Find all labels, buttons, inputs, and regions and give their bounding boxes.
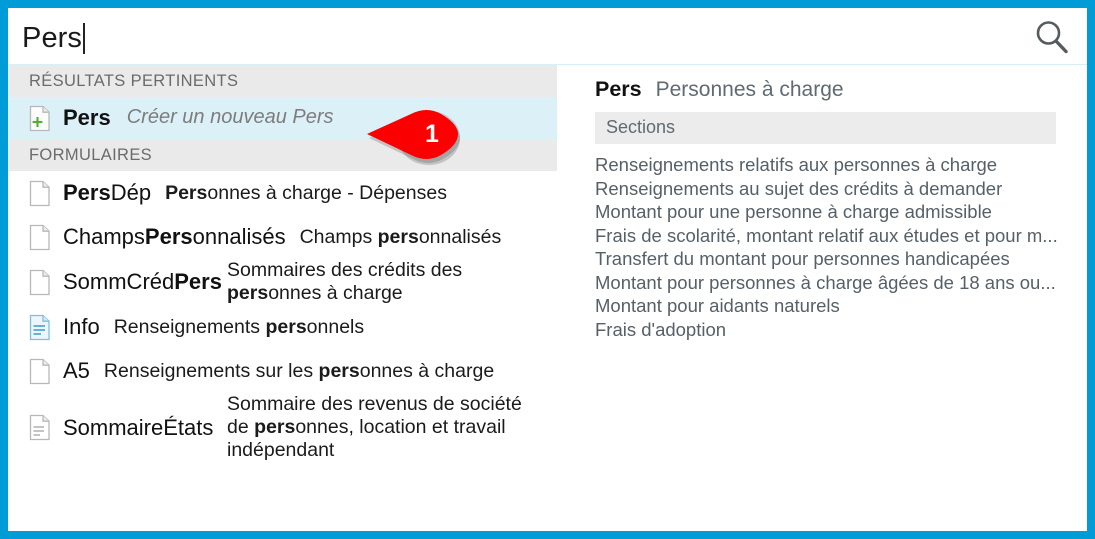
result-row-create-new[interactable]: Pers Créer un nouveau Pers — [8, 97, 557, 139]
section-item[interactable]: Renseignements au sujet des crédits à de… — [595, 177, 1087, 201]
result-row-info[interactable]: Info Renseignements personnels — [8, 305, 557, 349]
search-icon[interactable] — [1030, 16, 1074, 60]
result-row-sommaireetats[interactable]: SommaireÉtats Sommaire des revenus de so… — [8, 393, 557, 462]
result-row-sommcredpers[interactable]: SommCrédPers Sommaires des crédits des p… — [8, 259, 557, 305]
result-description: Sommaire des revenus de société de perso… — [227, 393, 522, 461]
section-item[interactable]: Montant pour personnes à charge âgées de… — [595, 271, 1087, 295]
document-icon — [29, 269, 51, 296]
section-item[interactable]: Transfert du montant pour personnes hand… — [595, 247, 1087, 271]
preview-title: Pers Personnes à charge — [557, 65, 1087, 112]
group-header-pertinent: RÉSULTATS PERTINENTS — [8, 65, 557, 97]
text-caret — [83, 22, 86, 54]
preview-title-code: Pers — [595, 77, 642, 101]
window-inner: Pers RÉSULTATS PERTINENTS Pers Créer un … — [8, 8, 1087, 531]
group-header-formulaires: FORMULAIRES — [8, 139, 557, 171]
result-row-a5[interactable]: A5 Renseignements sur les personnes à ch… — [8, 349, 557, 393]
search-input[interactable]: Pers — [22, 18, 1002, 58]
search-overlay-window: Pers RÉSULTATS PERTINENTS Pers Créer un … — [0, 0, 1095, 539]
preview-panel: Pers Personnes à charge Sections Renseig… — [557, 65, 1087, 531]
result-code: Pers — [63, 105, 111, 131]
result-description: Créer un nouveau Pers — [126, 106, 334, 129]
document-icon — [29, 180, 51, 207]
search-input-value: Pers — [22, 21, 83, 54]
section-item[interactable]: Montant pour une personne à charge admis… — [595, 200, 1087, 224]
document-icon — [29, 224, 51, 251]
document-lines-icon — [29, 414, 51, 441]
document-add-icon — [29, 105, 51, 132]
result-code: Info — [63, 314, 100, 340]
search-bar: Pers — [8, 8, 1087, 65]
result-code: SommCrédPers — [63, 269, 222, 295]
results-list-panel: RÉSULTATS PERTINENTS Pers Créer un nouve… — [8, 65, 557, 531]
result-row-champspersonnalises[interactable]: ChampsPersonnalisés Champs personnalisés — [8, 215, 557, 259]
section-item[interactable]: Frais de scolarité, montant relatif aux … — [595, 224, 1087, 248]
result-code: A5 — [63, 358, 90, 384]
result-description: Champs personnalisés — [299, 225, 502, 248]
document-icon — [29, 358, 51, 385]
result-description: Renseignements personnels — [113, 315, 365, 338]
result-code: SommaireÉtats — [63, 414, 214, 440]
results-panes: RÉSULTATS PERTINENTS Pers Créer un nouve… — [8, 65, 1087, 531]
section-item[interactable]: Renseignements relatifs aux personnes à … — [595, 153, 1087, 177]
result-description: Renseignements sur les personnes à charg… — [103, 359, 495, 382]
document-lines-blue-icon — [29, 314, 51, 341]
result-description: Sommaires des crédits des personnes à ch… — [227, 259, 463, 304]
section-item[interactable]: Frais d'adoption — [595, 318, 1087, 342]
result-code: PersDép — [63, 180, 152, 206]
preview-title-description: Personnes à charge — [655, 78, 844, 101]
sections-header: Sections — [595, 112, 1056, 144]
result-description: Personnes à charge - Dépenses — [165, 181, 447, 204]
sections-list: Renseignements relatifs aux personnes à … — [557, 153, 1087, 341]
result-code: ChampsPersonnalisés — [63, 224, 286, 250]
section-item[interactable]: Montant pour aidants naturels — [595, 294, 1087, 318]
result-row-persdep[interactable]: PersDép Personnes à charge - Dépenses — [8, 171, 557, 215]
